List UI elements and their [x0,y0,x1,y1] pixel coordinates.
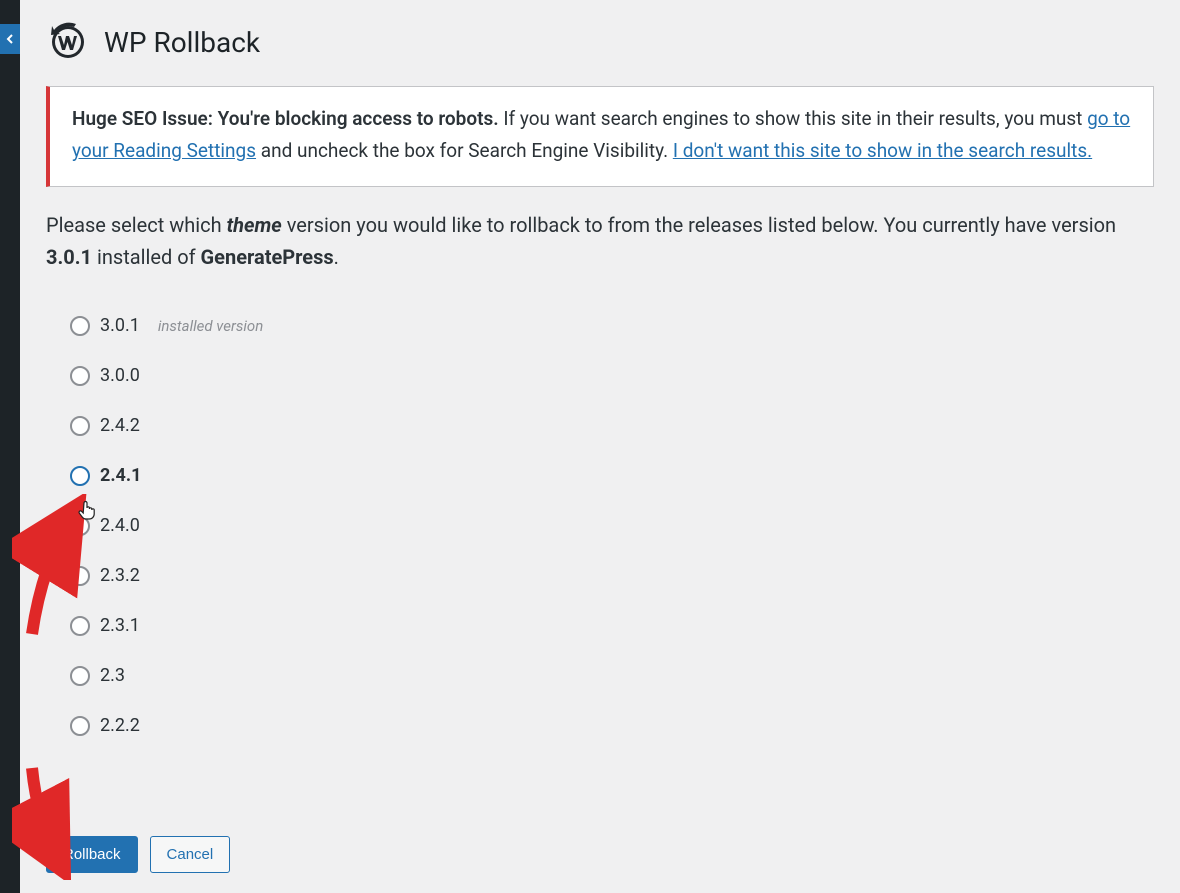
version-option[interactable]: 2.3 [70,651,1154,701]
intro-theme-name: GeneratePress [201,245,334,269]
radio-icon [70,466,90,486]
version-option[interactable]: 3.0.0 [70,351,1154,401]
intro-pre: Please select which [46,213,227,237]
notice-text1: If you want search engines to show this … [499,107,1087,130]
version-label: 3.0.1 [100,315,140,336]
version-option[interactable]: 2.4.2 [70,401,1154,451]
dismiss-seo-link[interactable]: I don't want this site to show in the se… [673,139,1092,162]
radio-icon [70,366,90,386]
wp-rollback-icon [46,20,90,64]
radio-icon [70,516,90,536]
version-label: 2.3.1 [100,615,140,636]
intro-mid1: version you would like to rollback to fr… [282,213,1116,237]
radio-icon [70,666,90,686]
version-label: 2.4.1 [100,465,141,486]
version-list: 3.0.1 installed version 3.0.0 2.4.2 2.4.1 2.4… [46,301,1154,761]
rollback-button[interactable]: Rollback [46,836,138,873]
radio-icon [70,616,90,636]
version-option[interactable]: 2.3.1 [70,601,1154,651]
version-option[interactable]: 2.4.0 [70,501,1154,551]
version-option[interactable]: 2.2.1 [70,751,1154,761]
page-title: WP Rollback [104,26,260,59]
seo-notice: Huge SEO Issue: You're blocking access t… [46,86,1154,187]
page-header: WP Rollback [46,20,1154,64]
notice-text2: and uncheck the box for Search Engine Vi… [256,139,673,162]
version-label: 2.4.2 [100,415,140,436]
version-option[interactable]: 2.4.1 [70,451,1154,501]
installed-badge: installed version [158,317,263,335]
chevron-left-icon [5,34,15,44]
version-option[interactable]: 2.3.2 [70,551,1154,601]
collapse-menu-button[interactable] [0,24,20,54]
cancel-button[interactable]: Cancel [150,836,231,873]
radio-icon [70,416,90,436]
version-label: 2.2.2 [100,715,140,736]
version-label: 2.4.0 [100,515,140,536]
version-option[interactable]: 2.2.2 [70,701,1154,751]
version-label: 3.0.0 [100,365,140,386]
intro-text: Please select which theme version you wo… [46,209,1154,273]
notice-bold: Huge SEO Issue: You're blocking access t… [72,107,499,130]
radio-icon [70,316,90,336]
intro-mid2: installed of [92,245,201,269]
radio-icon [70,566,90,586]
intro-version: 3.0.1 [46,245,92,269]
radio-icon [70,716,90,736]
version-label: 2.3.2 [100,565,140,586]
intro-post: . [334,245,339,269]
version-label: 2.3 [100,665,125,686]
version-option[interactable]: 3.0.1 installed version [70,301,1154,351]
admin-sidebar [0,0,20,893]
intro-theme-word: theme [227,213,282,237]
